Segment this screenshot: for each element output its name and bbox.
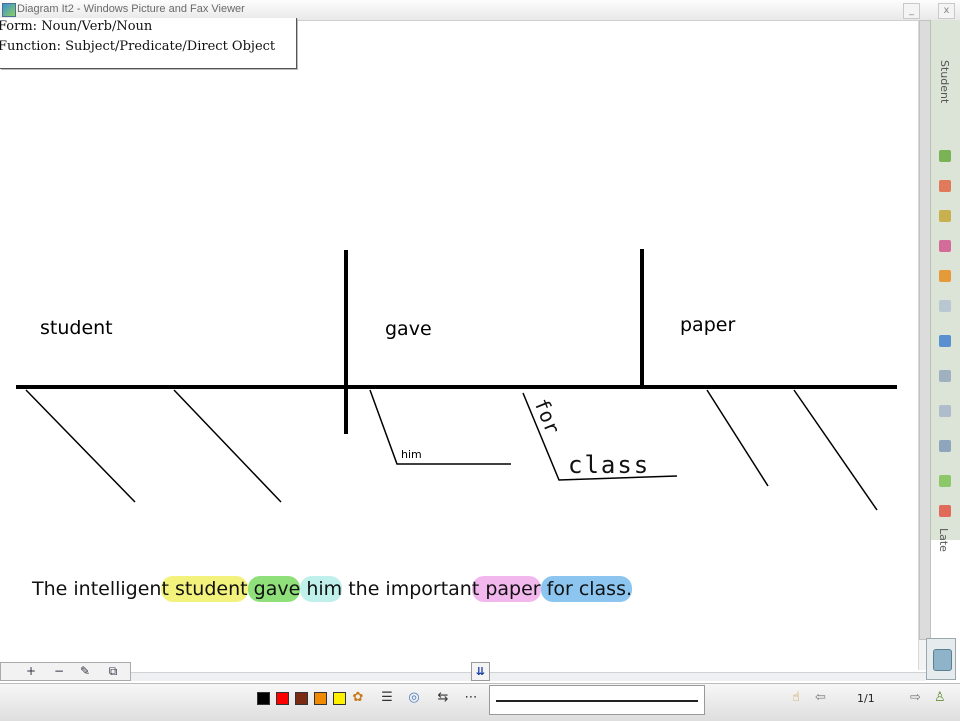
line-style-icon[interactable]: ⇆ bbox=[435, 690, 451, 706]
modifier-line-4 bbox=[793, 389, 878, 511]
dash-style-icon[interactable]: ⋯ bbox=[463, 690, 479, 706]
previous-page-icon[interactable]: ⇦ bbox=[815, 690, 826, 705]
indirect-object-line bbox=[369, 389, 511, 465]
modifier-line-1 bbox=[25, 389, 136, 503]
zoom-out-icon[interactable]: − bbox=[48, 664, 70, 679]
horizontal-slider[interactable] bbox=[0, 672, 926, 681]
line-preview-stroke bbox=[496, 700, 698, 702]
marker-tool-icon[interactable] bbox=[939, 210, 951, 222]
sentence-part-indirect-object: him bbox=[300, 576, 343, 602]
user-icon[interactable]: ♙ bbox=[934, 690, 946, 705]
panel-label-late: Late bbox=[937, 528, 950, 552]
sentence-part: The intelligen bbox=[32, 578, 162, 600]
hand-tool-icon[interactable]: ☝ bbox=[792, 690, 800, 705]
sentence-part-verb: gave bbox=[247, 576, 301, 602]
undo-tool-icon[interactable] bbox=[939, 370, 951, 382]
recycle-bin[interactable] bbox=[926, 638, 956, 680]
fill-tool-icon[interactable] bbox=[939, 475, 951, 487]
zoom-controls: + − ✎ ⧉ bbox=[0, 662, 131, 681]
pen-tool-icon[interactable] bbox=[939, 150, 951, 162]
collapse-handle[interactable]: ⇊ bbox=[471, 662, 490, 681]
modifier-line-2 bbox=[173, 389, 282, 503]
subject-word: student bbox=[40, 317, 113, 339]
indirect-object-word: him bbox=[401, 448, 422, 461]
text-tool-icon[interactable] bbox=[939, 300, 951, 312]
copy-icon[interactable]: ⧉ bbox=[102, 664, 124, 679]
color-swatch-yellow[interactable] bbox=[333, 692, 346, 705]
panel-label-student: Student bbox=[938, 60, 951, 104]
line-weight-icon[interactable]: ☰ bbox=[379, 690, 395, 706]
delete-tool-icon[interactable] bbox=[939, 505, 951, 517]
eraser-tool-icon[interactable] bbox=[939, 240, 951, 252]
modifier-line-3 bbox=[706, 389, 769, 487]
highlighter-tool-icon[interactable] bbox=[939, 180, 951, 192]
next-page-icon[interactable]: ⇨ bbox=[910, 690, 921, 705]
shape-tool-icon[interactable] bbox=[939, 270, 951, 282]
prep-object-word: class bbox=[568, 451, 650, 479]
recycle-bin-icon bbox=[933, 649, 952, 671]
right-tool-panel: Student bbox=[930, 20, 960, 540]
color-swatch-black[interactable] bbox=[257, 692, 270, 705]
zoom-in-icon[interactable]: + bbox=[20, 664, 42, 679]
sentence-part: the importan bbox=[342, 578, 472, 600]
transparency-icon[interactable]: ◎ bbox=[406, 690, 422, 706]
sentence-part-prep-phrase: for class. bbox=[540, 576, 633, 602]
page-indicator: 1/1 bbox=[857, 692, 875, 705]
color-swatch-orange[interactable] bbox=[314, 692, 327, 705]
object-word: paper bbox=[680, 314, 735, 336]
select-tool-icon[interactable] bbox=[939, 335, 951, 347]
color-swatch-red[interactable] bbox=[276, 692, 289, 705]
color-swatch-brown[interactable] bbox=[295, 692, 308, 705]
palette-icon[interactable]: ✿ bbox=[350, 690, 366, 706]
sentence-part-object: t paper bbox=[471, 576, 541, 602]
redo-tool-icon[interactable] bbox=[939, 405, 951, 417]
example-sentence: The intelligent student gave him the imp… bbox=[32, 576, 633, 602]
sentence-part-subject: t student bbox=[161, 576, 248, 602]
table-tool-icon[interactable] bbox=[939, 440, 951, 452]
edit-icon[interactable]: ✎ bbox=[74, 664, 96, 679]
sentence-diagram: student gave paper him for class bbox=[16, 249, 897, 511]
line-preview[interactable] bbox=[489, 685, 705, 715]
preposition-word: for bbox=[529, 395, 565, 437]
verb-word: gave bbox=[385, 318, 432, 340]
